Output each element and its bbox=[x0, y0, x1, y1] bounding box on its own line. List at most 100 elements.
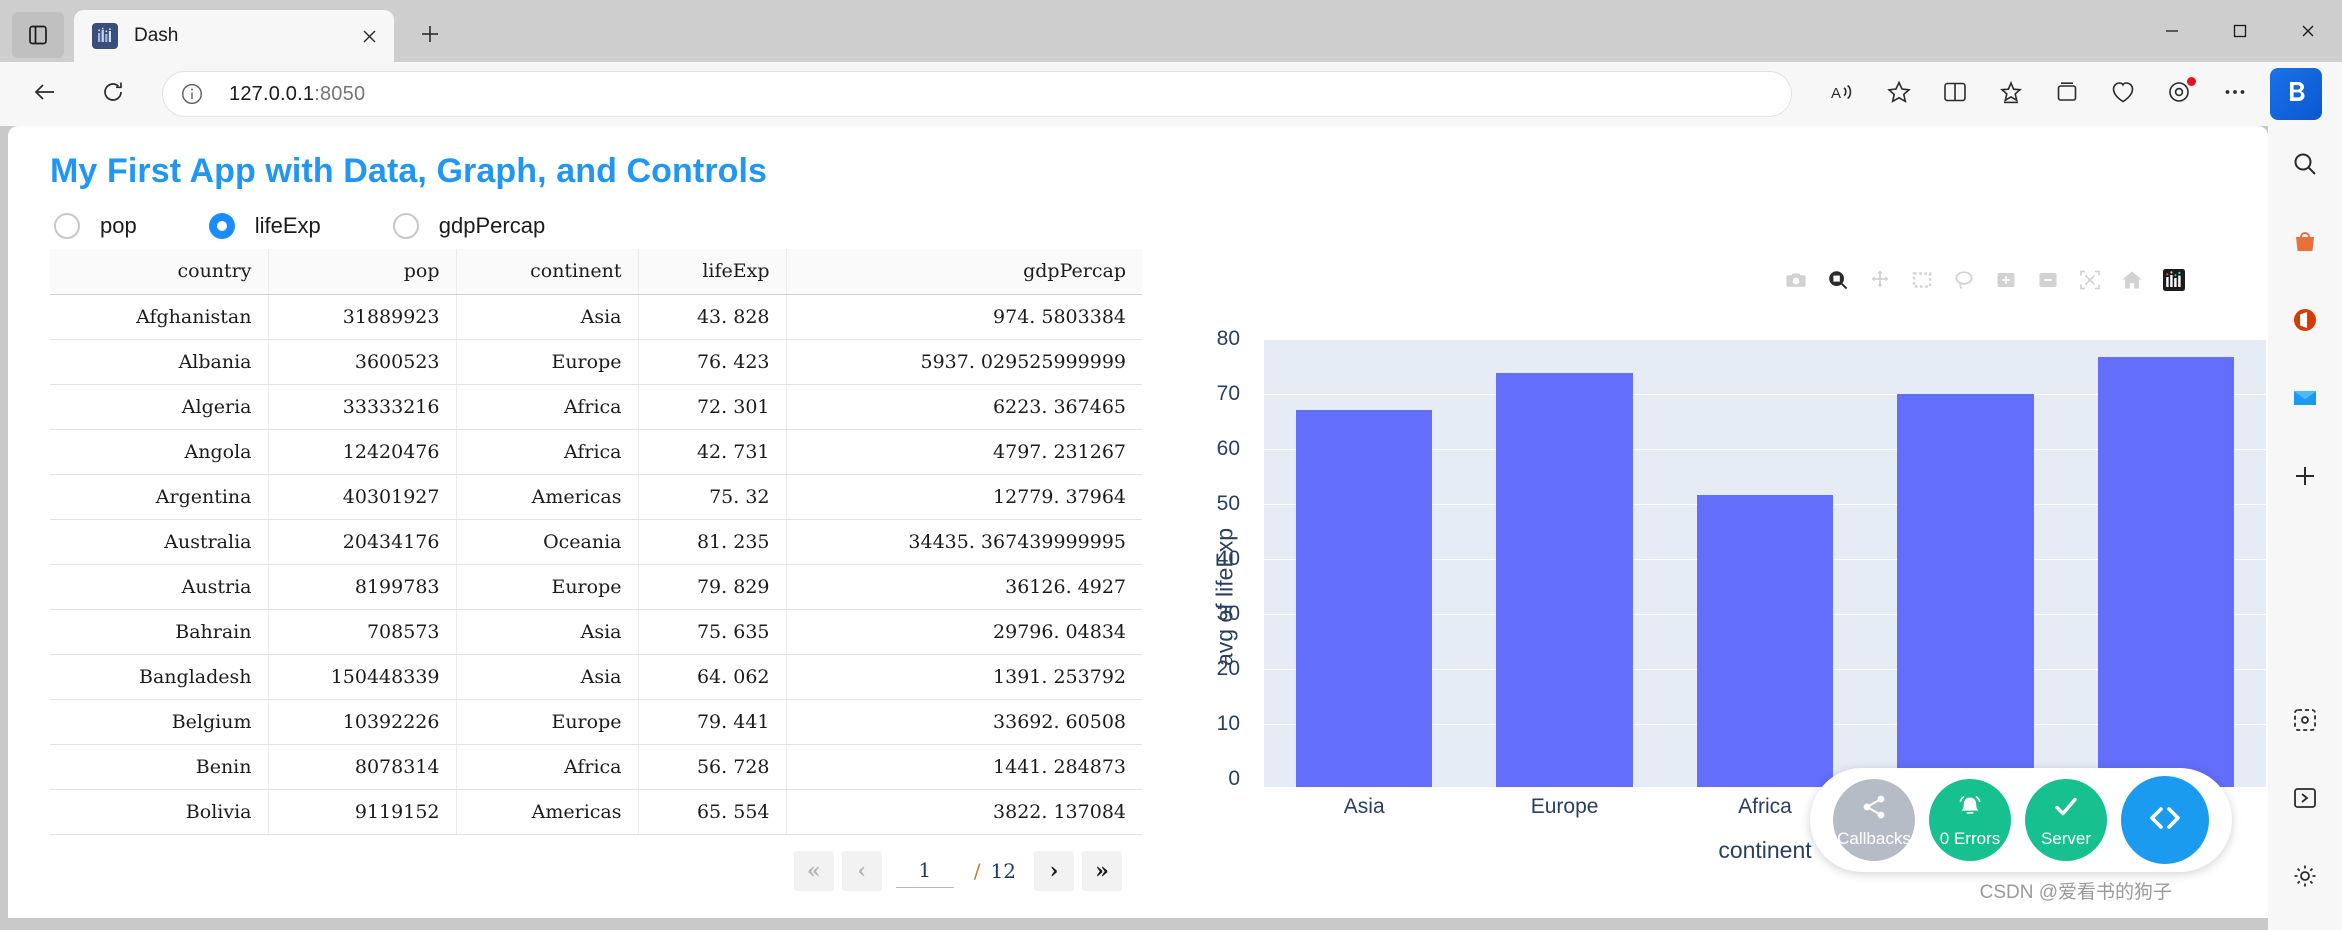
favorite-button[interactable] bbox=[1876, 71, 1922, 117]
cell-country[interactable]: Benin bbox=[50, 744, 269, 790]
bar-oceania[interactable] bbox=[2097, 356, 2234, 787]
cell-continent[interactable]: Asia bbox=[456, 294, 639, 340]
address-bar[interactable]: 127.0.0.1:8050 bbox=[162, 71, 1792, 117]
read-aloud-button[interactable]: A bbox=[1820, 71, 1866, 117]
table-row[interactable]: Algeria 33333216 Africa 72. 301 6223. 36… bbox=[50, 384, 1142, 430]
zoom-button[interactable] bbox=[1820, 263, 1856, 297]
cell-country[interactable]: Bahrain bbox=[50, 609, 269, 655]
table-row[interactable]: Benin 8078314 Africa 56. 728 1441. 28487… bbox=[50, 744, 1142, 790]
cell-pop[interactable]: 33333216 bbox=[268, 384, 457, 430]
table-row[interactable]: Belgium 10392226 Europe 79. 441 33692. 6… bbox=[50, 699, 1142, 745]
download-plot-button[interactable] bbox=[1778, 263, 1814, 297]
cell-continent[interactable]: Africa bbox=[456, 744, 639, 790]
zoom-in-button[interactable] bbox=[1988, 263, 2024, 297]
collections-button[interactable] bbox=[2044, 71, 2090, 117]
cell-continent[interactable]: Africa bbox=[456, 384, 639, 430]
cell-continent[interactable]: Americas bbox=[456, 474, 639, 520]
cell-country[interactable]: Albania bbox=[50, 339, 269, 385]
cell-lifeexp[interactable]: 43. 828 bbox=[638, 294, 787, 340]
cell-country[interactable]: Afghanistan bbox=[50, 294, 269, 340]
cell-gdppercap[interactable]: 974. 5803384 bbox=[786, 294, 1142, 340]
reset-axes-button[interactable] bbox=[2114, 263, 2150, 297]
callbacks-button[interactable]: Callbacks bbox=[1833, 779, 1915, 861]
prev-page-button[interactable]: ‹ bbox=[841, 850, 882, 891]
extensions-button[interactable] bbox=[2156, 71, 2202, 117]
cell-continent[interactable]: Asia bbox=[456, 654, 639, 700]
sidebar-open-pane[interactable] bbox=[2279, 774, 2331, 826]
cell-gdppercap[interactable]: 36126. 4927 bbox=[786, 564, 1142, 610]
cell-continent[interactable]: Africa bbox=[456, 429, 639, 475]
maximize-button[interactable] bbox=[2206, 0, 2274, 62]
favorites-button[interactable] bbox=[1988, 71, 2034, 117]
cell-lifeexp[interactable]: 65. 554 bbox=[638, 789, 787, 835]
browser-essentials-button[interactable] bbox=[2100, 71, 2146, 117]
cell-gdppercap[interactable]: 5937. 029525999999 bbox=[786, 339, 1142, 385]
close-icon[interactable] bbox=[354, 21, 384, 51]
radio-option-lifeexp[interactable]: lifeExp bbox=[208, 213, 321, 239]
cell-continent[interactable]: Europe bbox=[456, 699, 639, 745]
cell-pop[interactable]: 40301927 bbox=[268, 474, 457, 520]
table-row[interactable]: Bolivia 9119152 Americas 65. 554 3822. 1… bbox=[50, 789, 1142, 835]
cell-country[interactable]: Bolivia bbox=[50, 789, 269, 835]
table-row[interactable]: Bangladesh 150448339 Asia 64. 062 1391. … bbox=[50, 654, 1142, 700]
column-header-continent[interactable]: continent bbox=[456, 249, 639, 295]
table-row[interactable]: Austria 8199783 Europe 79. 829 36126. 49… bbox=[50, 564, 1142, 610]
first-page-button[interactable]: « bbox=[793, 850, 834, 891]
column-header-lifeexp[interactable]: lifeExp bbox=[638, 249, 787, 295]
cell-country[interactable]: Algeria bbox=[50, 384, 269, 430]
column-header-pop[interactable]: pop bbox=[268, 249, 457, 295]
close-window-button[interactable] bbox=[2274, 0, 2342, 62]
split-screen-button[interactable] bbox=[1932, 71, 1978, 117]
sidebar-office[interactable] bbox=[2279, 296, 2331, 348]
plotly-logo[interactable] bbox=[2156, 263, 2192, 297]
cell-pop[interactable]: 150448339 bbox=[268, 654, 457, 700]
cell-gdppercap[interactable]: 3822. 137084 bbox=[786, 789, 1142, 835]
pan-button[interactable] bbox=[1862, 263, 1898, 297]
cell-continent[interactable]: Oceania bbox=[456, 519, 639, 565]
cell-continent[interactable]: Americas bbox=[456, 789, 639, 835]
cell-lifeexp[interactable]: 76. 423 bbox=[638, 339, 787, 385]
plot-area[interactable] bbox=[1264, 339, 2266, 787]
tab-list-button[interactable] bbox=[12, 12, 64, 58]
cell-pop[interactable]: 8199783 bbox=[268, 564, 457, 610]
lasso-select-button[interactable] bbox=[1946, 263, 1982, 297]
cell-lifeexp[interactable]: 75. 635 bbox=[638, 609, 787, 655]
table-row[interactable]: Australia 20434176 Oceania 81. 235 34435… bbox=[50, 519, 1142, 565]
browser-tab[interactable]: Dash bbox=[74, 10, 394, 62]
cell-country[interactable]: Belgium bbox=[50, 699, 269, 745]
cell-lifeexp[interactable]: 72. 301 bbox=[638, 384, 787, 430]
refresh-button[interactable] bbox=[90, 71, 136, 117]
toggle-devtools-button[interactable] bbox=[2121, 776, 2209, 864]
cell-continent[interactable]: Asia bbox=[456, 609, 639, 655]
sidebar-add[interactable] bbox=[2279, 452, 2331, 504]
errors-button[interactable]: 0 Errors bbox=[1929, 779, 2011, 861]
copilot-button[interactable] bbox=[2270, 68, 2322, 120]
cell-pop[interactable]: 9119152 bbox=[268, 789, 457, 835]
table-row[interactable]: Albania 3600523 Europe 76. 423 5937. 029… bbox=[50, 339, 1142, 385]
radio-option-gdppercap[interactable]: gdpPercap bbox=[392, 213, 545, 239]
next-page-button[interactable]: › bbox=[1034, 850, 1074, 891]
column-header-gdppercap[interactable]: gdpPercap bbox=[786, 249, 1142, 295]
autoscale-button[interactable] bbox=[2072, 263, 2108, 297]
current-page-input[interactable] bbox=[895, 853, 954, 888]
bar-asia[interactable] bbox=[1296, 409, 1433, 787]
cell-gdppercap[interactable]: 1441. 284873 bbox=[786, 744, 1142, 790]
cell-lifeexp[interactable]: 79. 829 bbox=[638, 564, 787, 610]
sidebar-outlook[interactable] bbox=[2279, 374, 2331, 426]
cell-country[interactable]: Bangladesh bbox=[50, 654, 269, 700]
settings-and-more-button[interactable] bbox=[2212, 71, 2258, 117]
table-row[interactable]: Afghanistan 31889923 Asia 43. 828 974. 5… bbox=[50, 294, 1142, 340]
server-status-button[interactable]: Server bbox=[2025, 779, 2107, 861]
zoom-out-button[interactable] bbox=[2030, 263, 2066, 297]
column-header-country[interactable]: country bbox=[50, 249, 269, 295]
sidebar-search[interactable] bbox=[2279, 140, 2331, 192]
cell-lifeexp[interactable]: 64. 062 bbox=[638, 654, 787, 700]
bar-americas[interactable] bbox=[1897, 394, 2034, 787]
cell-country[interactable]: Australia bbox=[50, 519, 269, 565]
cell-lifeexp[interactable]: 81. 235 bbox=[638, 519, 787, 565]
minimize-button[interactable] bbox=[2138, 0, 2206, 62]
sidebar-settings[interactable] bbox=[2279, 852, 2331, 904]
table-row[interactable]: Bahrain 708573 Asia 75. 635 29796. 04834 bbox=[50, 609, 1142, 655]
back-button[interactable] bbox=[22, 71, 68, 117]
cell-lifeexp[interactable]: 75. 32 bbox=[638, 474, 787, 520]
